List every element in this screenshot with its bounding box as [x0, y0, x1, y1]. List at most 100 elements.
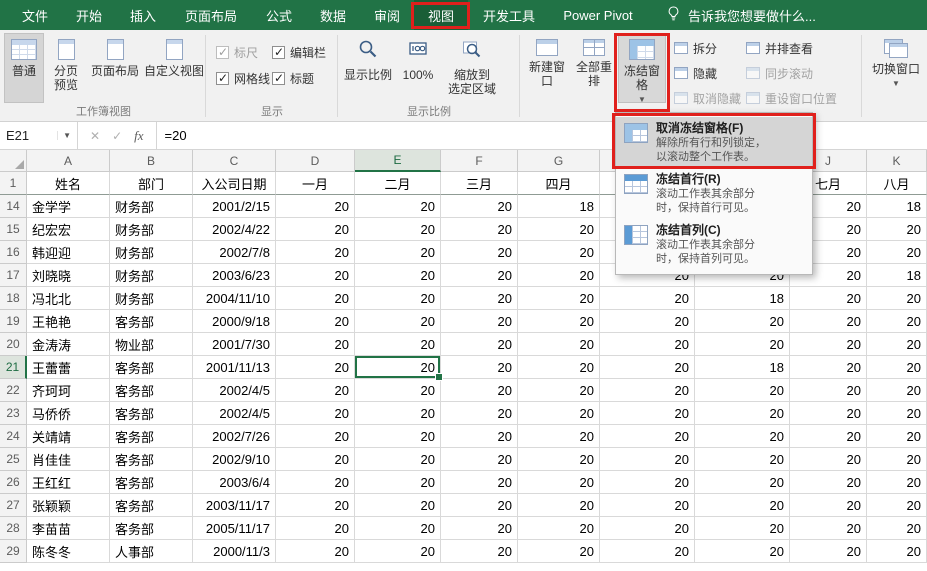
cell-C26[interactable]: 2003/6/4 — [193, 471, 276, 494]
freeze-panes-button[interactable]: 冻结窗格 ▼ — [618, 33, 666, 104]
cell-C22[interactable]: 2002/4/5 — [193, 379, 276, 402]
reset-window-position-button[interactable]: 重设窗口位置 — [746, 88, 837, 108]
cell-G24[interactable]: 20 — [518, 425, 600, 448]
cell-H24[interactable]: 20 — [600, 425, 695, 448]
cell-E18[interactable]: 20 — [355, 287, 441, 310]
row-header-28[interactable]: 28 — [0, 517, 27, 540]
cell-G28[interactable]: 20 — [518, 517, 600, 540]
cell-J24[interactable]: 20 — [790, 425, 867, 448]
cell-B16[interactable]: 财务部 — [110, 241, 193, 264]
synchronous-scrolling-button[interactable]: 同步滚动 — [746, 63, 813, 83]
cell-G26[interactable]: 20 — [518, 471, 600, 494]
cell-E15[interactable]: 20 — [355, 218, 441, 241]
cell-H22[interactable]: 20 — [600, 379, 695, 402]
zoom-button[interactable]: 显示比例 — [342, 33, 394, 103]
cell-I24[interactable]: 20 — [695, 425, 790, 448]
cell-E29[interactable]: 20 — [355, 540, 441, 563]
cell-I25[interactable]: 20 — [695, 448, 790, 471]
cell-K22[interactable]: 20 — [867, 379, 927, 402]
enter-icon[interactable]: ✓ — [112, 129, 122, 143]
column-header-F[interactable]: F — [441, 150, 518, 172]
cell-B24[interactable]: 客务部 — [110, 425, 193, 448]
custom-views-button[interactable]: 自定义视图 — [143, 33, 205, 103]
cell-H20[interactable]: 20 — [600, 333, 695, 356]
column-header-D[interactable]: D — [276, 150, 355, 172]
cell-J28[interactable]: 20 — [790, 517, 867, 540]
cell-K15[interactable]: 20 — [867, 218, 927, 241]
row-header-15[interactable]: 15 — [0, 218, 27, 241]
row-header-17[interactable]: 17 — [0, 264, 27, 287]
tab-home[interactable]: 开始 — [62, 0, 116, 30]
tab-view[interactable]: 视图 — [414, 0, 468, 30]
cell-A27[interactable]: 张颖颖 — [27, 494, 110, 517]
cell-D21[interactable]: 20 — [276, 356, 355, 379]
column-header-A[interactable]: A — [27, 150, 110, 172]
cell-E22[interactable]: 20 — [355, 379, 441, 402]
cell-E23[interactable]: 20 — [355, 402, 441, 425]
cell-D16[interactable]: 20 — [276, 241, 355, 264]
cell-I20[interactable]: 20 — [695, 333, 790, 356]
cell-F17[interactable]: 20 — [441, 264, 518, 287]
cell-A20[interactable]: 金涛涛 — [27, 333, 110, 356]
row-header-22[interactable]: 22 — [0, 379, 27, 402]
cell-K27[interactable]: 20 — [867, 494, 927, 517]
split-button[interactable]: 拆分 — [674, 38, 717, 58]
cell-C20[interactable]: 2001/7/30 — [193, 333, 276, 356]
cell-C21[interactable]: 2001/11/13 — [193, 356, 276, 379]
cell-B18[interactable]: 财务部 — [110, 287, 193, 310]
cell-E26[interactable]: 20 — [355, 471, 441, 494]
cell-K20[interactable]: 20 — [867, 333, 927, 356]
cell-I29[interactable]: 20 — [695, 540, 790, 563]
cell-D24[interactable]: 20 — [276, 425, 355, 448]
cell-I23[interactable]: 20 — [695, 402, 790, 425]
menu-item-freeze-top-row[interactable]: 冻结首行(R) 滚动工作表其余部分 时，保持首行可见。 — [616, 168, 812, 219]
cell-H18[interactable]: 20 — [600, 287, 695, 310]
column-header-K[interactable]: K — [867, 150, 927, 172]
cell-K17[interactable]: 18 — [867, 264, 927, 287]
tab-page-layout[interactable]: 页面布局 — [170, 0, 252, 30]
select-all-corner[interactable] — [0, 150, 27, 172]
cell-F16[interactable]: 20 — [441, 241, 518, 264]
cell-I21[interactable]: 18 — [695, 356, 790, 379]
cell-B27[interactable]: 客务部 — [110, 494, 193, 517]
cell-F23[interactable]: 20 — [441, 402, 518, 425]
cell-G17[interactable]: 20 — [518, 264, 600, 287]
cell-A16[interactable]: 韩迎迎 — [27, 241, 110, 264]
gridlines-checkbox[interactable]: 网格线 — [216, 70, 270, 87]
cell-A28[interactable]: 李苗苗 — [27, 517, 110, 540]
cell-I18[interactable]: 18 — [695, 287, 790, 310]
cell-D18[interactable]: 20 — [276, 287, 355, 310]
cell-K28[interactable]: 20 — [867, 517, 927, 540]
cell-B19[interactable]: 客务部 — [110, 310, 193, 333]
cell-F27[interactable]: 20 — [441, 494, 518, 517]
row-header-1[interactable]: 1 — [0, 172, 27, 195]
row-header-25[interactable]: 25 — [0, 448, 27, 471]
cell-F18[interactable]: 20 — [441, 287, 518, 310]
cell-E25[interactable]: 20 — [355, 448, 441, 471]
cell-H27[interactable]: 20 — [600, 494, 695, 517]
cell-C28[interactable]: 2005/11/17 — [193, 517, 276, 540]
cell-B22[interactable]: 客务部 — [110, 379, 193, 402]
menu-item-unfreeze-panes[interactable]: 取消冻结窗格(F) 解除所有行和列锁定， 以滚动整个工作表。 — [616, 117, 812, 168]
cell-B28[interactable]: 客务部 — [110, 517, 193, 540]
formula-bar-checkbox[interactable]: 编辑栏 — [272, 44, 326, 61]
cell-C18[interactable]: 2004/11/10 — [193, 287, 276, 310]
cell-J18[interactable]: 20 — [790, 287, 867, 310]
headings-checkbox[interactable]: 标题 — [272, 70, 314, 87]
cell-B26[interactable]: 客务部 — [110, 471, 193, 494]
row-header-21[interactable]: 21 — [0, 356, 27, 379]
cell-H29[interactable]: 20 — [600, 540, 695, 563]
cell-K25[interactable]: 20 — [867, 448, 927, 471]
cell-D28[interactable]: 20 — [276, 517, 355, 540]
cell-K24[interactable]: 20 — [867, 425, 927, 448]
cell-K14[interactable]: 18 — [867, 195, 927, 218]
cell-E16[interactable]: 20 — [355, 241, 441, 264]
cell-D23[interactable]: 20 — [276, 402, 355, 425]
cell-J25[interactable]: 20 — [790, 448, 867, 471]
cell-G19[interactable]: 20 — [518, 310, 600, 333]
cell-I26[interactable]: 20 — [695, 471, 790, 494]
cell-E28[interactable]: 20 — [355, 517, 441, 540]
cell-F19[interactable]: 20 — [441, 310, 518, 333]
cell-G21[interactable]: 20 — [518, 356, 600, 379]
insert-function-icon[interactable]: fx — [134, 128, 143, 144]
